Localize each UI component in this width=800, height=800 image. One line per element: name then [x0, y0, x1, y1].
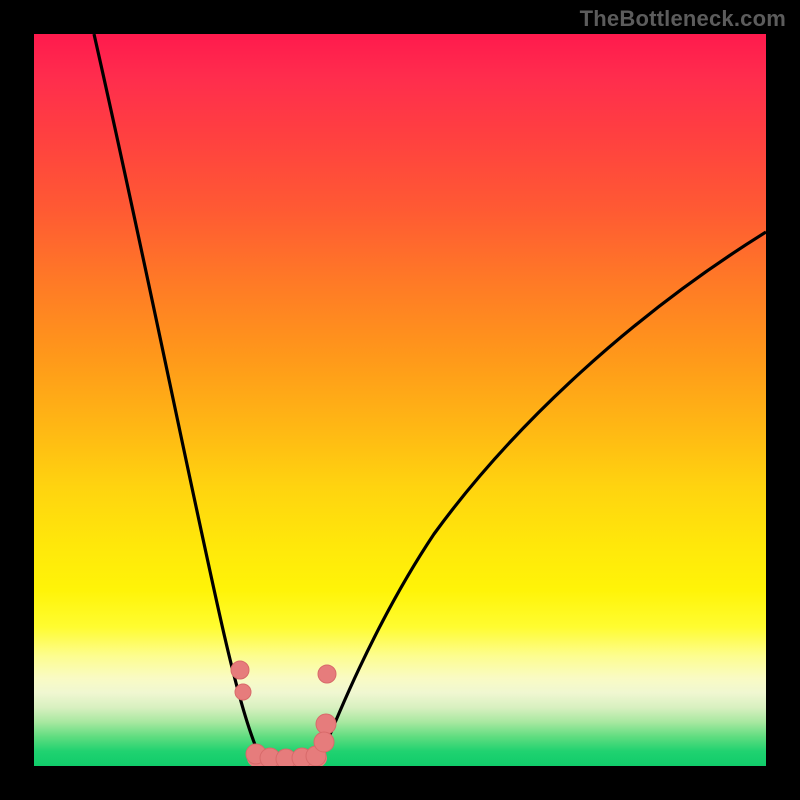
watermark-text: TheBottleneck.com [580, 6, 786, 32]
chart-frame: TheBottleneck.com [0, 0, 800, 800]
marker-right-rise-b [314, 732, 334, 752]
marker-right-dot-top [318, 665, 336, 683]
left-curve [94, 34, 264, 764]
right-curve [318, 232, 766, 764]
markers-group [231, 661, 336, 766]
plot-area [34, 34, 766, 766]
marker-left-dot-mid [235, 684, 251, 700]
marker-left-dot-upper [231, 661, 249, 679]
curve-layer [34, 34, 766, 766]
marker-right-rise-a [316, 714, 336, 734]
